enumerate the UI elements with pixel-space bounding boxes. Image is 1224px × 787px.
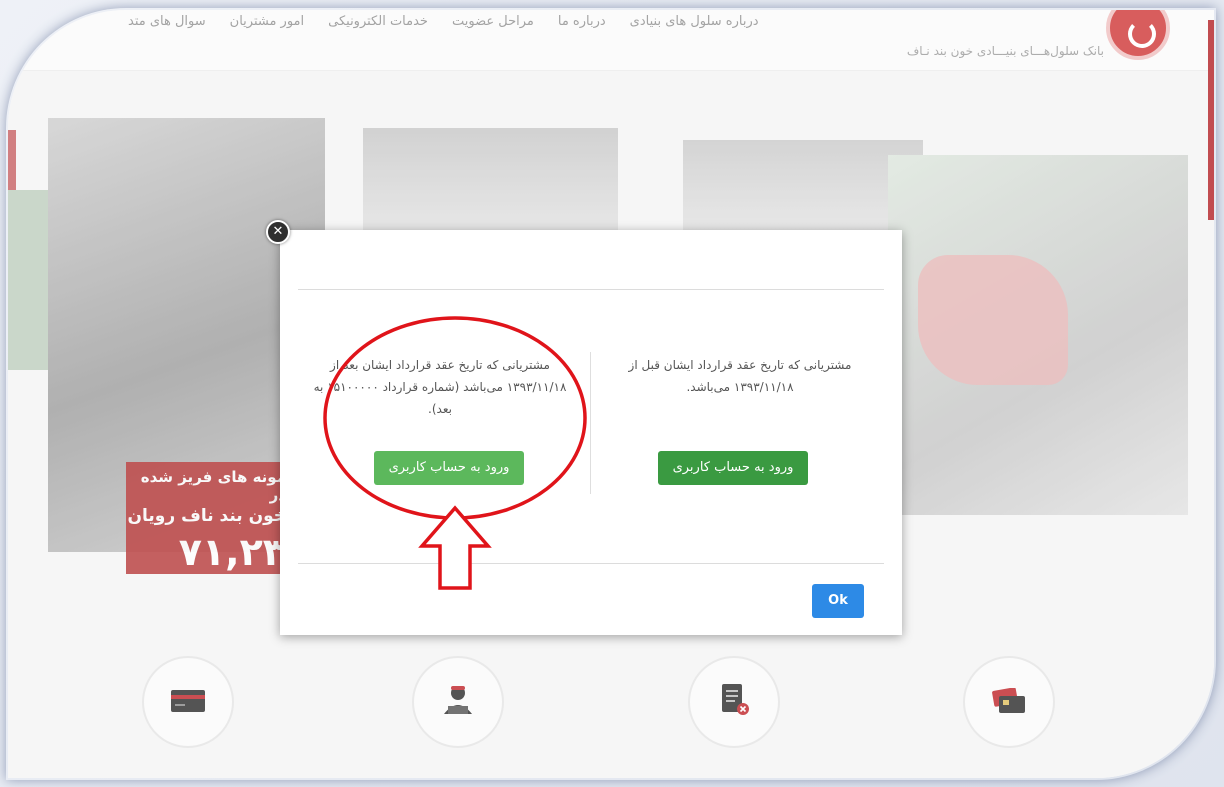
- option-before-date: مشتریانی که تاریخ عقد قرارداد ایشان قبل …: [610, 354, 870, 398]
- close-icon[interactable]: ✕: [266, 220, 290, 244]
- login-button-after-date[interactable]: ورود به حساب کاربری: [374, 451, 524, 485]
- option-after-date: مشتریانی که تاریخ عقد قرارداد ایشان بعد …: [310, 354, 570, 420]
- modal-header-divider: [298, 289, 884, 290]
- option-before-date-text: مشتریانی که تاریخ عقد قرارداد ایشان قبل …: [628, 358, 852, 394]
- column-divider: [590, 352, 591, 494]
- modal-footer-divider: [298, 563, 884, 564]
- ok-button[interactable]: Ok: [812, 584, 864, 618]
- login-button-before-date[interactable]: ورود به حساب کاربری: [658, 451, 808, 485]
- option-after-date-text: مشتریانی که تاریخ عقد قرارداد ایشان بعد …: [313, 358, 567, 416]
- login-modal: مشتریانی که تاریخ عقد قرارداد ایشان قبل …: [280, 230, 902, 635]
